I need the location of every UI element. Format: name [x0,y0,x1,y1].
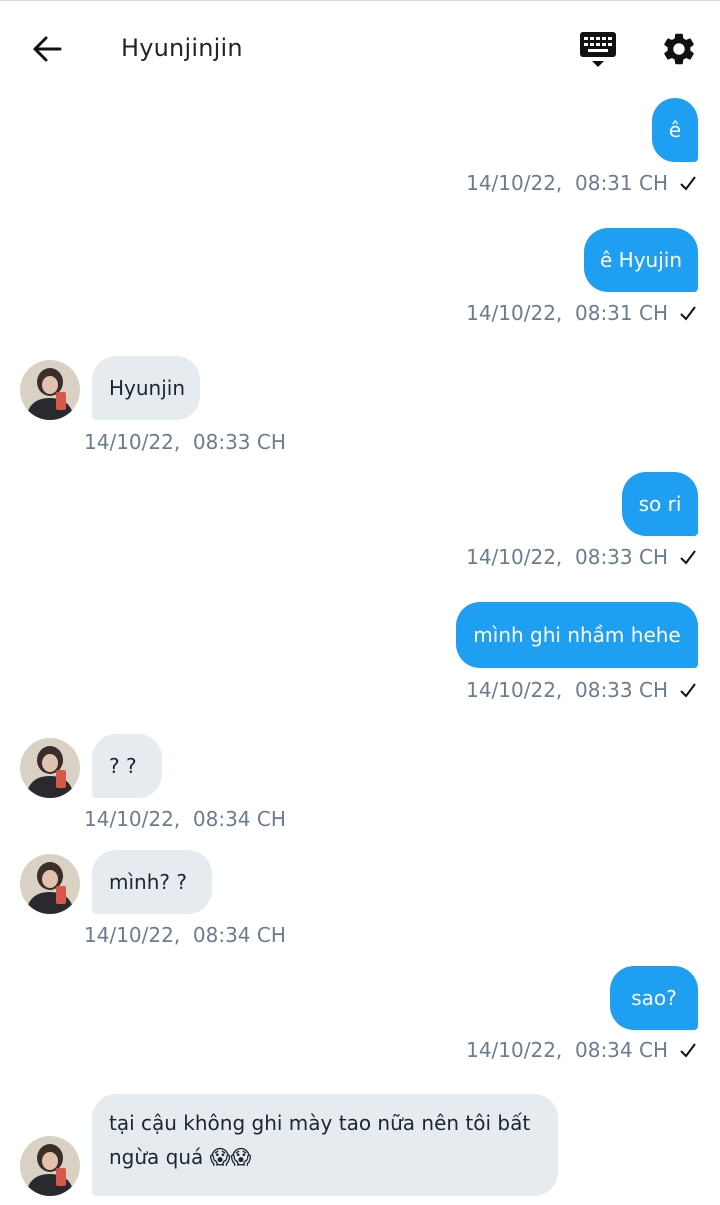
message-timestamp: 14/10/22, 08:31 CH [466,301,668,325]
contact-avatar[interactable] [20,738,80,798]
keyboard-icon [580,32,616,67]
avatar-image [20,1136,80,1196]
message-text: Hyunjin [109,376,186,400]
message-text: so ri [638,492,682,516]
message-timestamp: 14/10/22, 08:33 CH [466,678,668,702]
message-timestamp: 14/10/22, 08:34 CH [84,923,286,947]
check-icon [680,306,696,321]
contact-avatar[interactable] [20,854,80,914]
avatar-image [20,360,80,420]
outgoing-message-bubble[interactable]: sao? [610,966,698,1030]
message-timestamp: 14/10/22, 08:33 CH [84,430,286,454]
message-text: tại cậu không ghi mày tao nữa nên tôi bấ… [109,1111,531,1169]
message-text: ? ? [109,754,137,778]
message-meta: 14/10/22, 08:34 CH [466,1038,698,1062]
chat-header: Hyunjinjin [0,1,720,89]
message-text: mình? ? [109,870,187,894]
contact-avatar[interactable] [20,1136,80,1196]
message-text: ê Hyujin [600,248,683,272]
outgoing-message-bubble[interactable]: so ri [622,472,698,536]
keyboard-button[interactable] [578,29,618,71]
page-title: Hyunjinjin [121,34,243,62]
check-icon [680,1043,696,1058]
message-text: mình ghi nhầm hehe [473,623,681,647]
message-timestamp: 14/10/22, 08:34 CH [84,807,286,831]
message-text: sao? [631,986,677,1010]
check-icon [680,550,696,565]
message-meta: 14/10/22, 08:31 CH [466,301,698,325]
outgoing-message-bubble[interactable]: ê Hyujin [584,228,698,292]
contact-avatar[interactable] [20,360,80,420]
message-meta: 14/10/22, 08:31 CH [466,171,698,195]
message-timestamp: 14/10/22, 08:34 CH [466,1038,668,1062]
message-meta: 14/10/22, 08:33 CH [466,678,698,702]
check-icon [680,176,696,191]
avatar-image [20,738,80,798]
message-timestamp: 14/10/22, 08:33 CH [466,545,668,569]
message-meta: 14/10/22, 08:34 CH [84,807,286,831]
incoming-message-bubble[interactable]: Hyunjin [92,356,200,420]
avatar-image [20,854,80,914]
message-meta: 14/10/22, 08:34 CH [84,923,286,947]
message-text: ê [668,118,682,142]
settings-button[interactable] [660,30,698,68]
gear-icon [664,33,694,65]
outgoing-message-bubble[interactable]: ê [652,98,698,162]
message-meta: 14/10/22, 08:33 CH [466,545,698,569]
outgoing-message-bubble[interactable]: mình ghi nhầm hehe [456,602,698,668]
back-button[interactable] [28,31,68,67]
incoming-message-bubble[interactable]: tại cậu không ghi mày tao nữa nên tôi bấ… [92,1094,558,1196]
arrow-left-icon [33,36,62,62]
message-meta: 14/10/22, 08:33 CH [84,430,286,454]
message-timestamp: 14/10/22, 08:31 CH [466,171,668,195]
check-icon [680,683,696,698]
incoming-message-bubble[interactable]: mình? ? [92,850,212,914]
incoming-message-bubble[interactable]: ? ? [92,734,162,798]
